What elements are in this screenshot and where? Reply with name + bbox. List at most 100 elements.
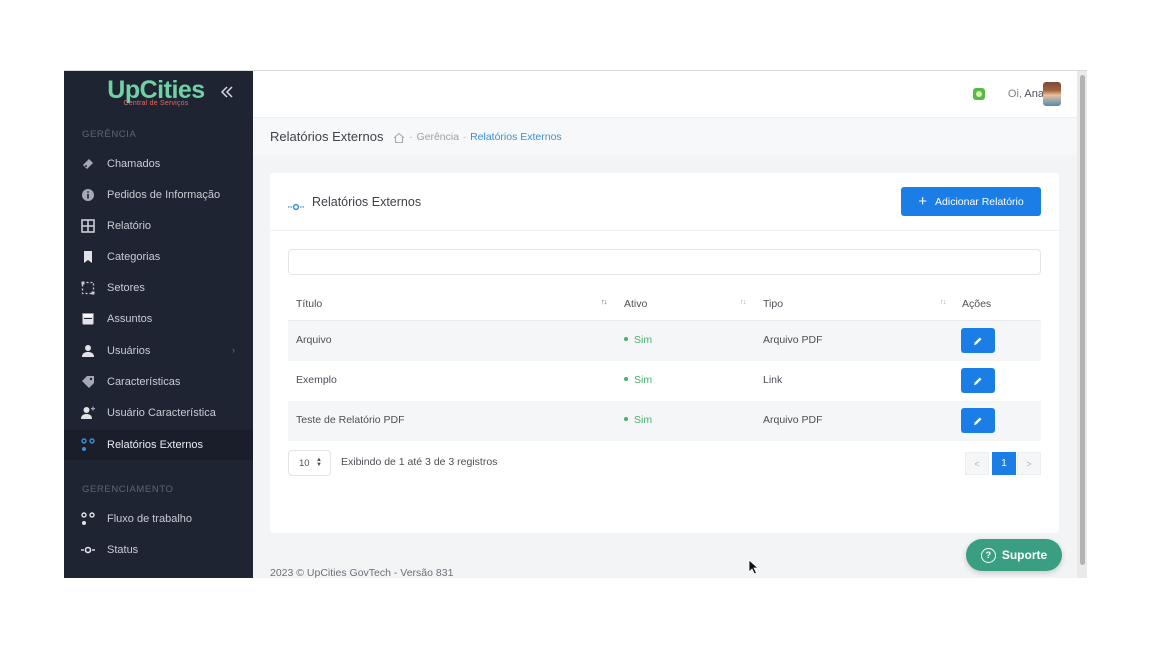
pagination-prev-button[interactable]: < <box>965 452 989 475</box>
logo[interactable]: UpCities Central de Serviços <box>106 77 206 107</box>
scrollbar-thumb[interactable] <box>1080 75 1085 565</box>
table-header: Título ↑↓ Ativo ↑↓ Tipo ↑↓ Ações <box>288 287 1041 321</box>
status-text: Sim <box>634 414 653 426</box>
card-header: Relatórios Externos + Adicionar Relatóri… <box>270 173 1059 231</box>
support-label: Suporte <box>1001 548 1048 562</box>
edit-button[interactable] <box>961 408 995 433</box>
sidebar-item-label: Características <box>107 376 181 388</box>
sidebar-item-label: Assuntos <box>107 313 153 325</box>
sidebar-item-caracteristicas[interactable]: Características <box>64 367 253 397</box>
bookmark-icon <box>81 250 95 264</box>
pencil-icon <box>974 377 982 385</box>
sidebar-item-assuntos[interactable]: Assuntos <box>64 304 253 334</box>
records-info: Exibindo de 1 até 3 de 3 registros <box>341 456 498 468</box>
search-input[interactable] <box>288 249 1041 275</box>
column-header-tipo[interactable]: Tipo <box>763 298 783 310</box>
chevron-right-icon: › <box>232 345 235 355</box>
breadcrumb-item-gerencia[interactable]: Gerência <box>416 131 459 143</box>
sidebar-item-relatorios-externos[interactable]: Relatórios Externos <box>64 430 253 460</box>
sidebar-item-label: Usuário Característica <box>107 407 216 419</box>
sidebar-item-label: Usuários <box>107 345 151 357</box>
cell-titulo: Exemplo <box>296 374 337 386</box>
pencil-icon <box>974 337 982 345</box>
sidebar-item-usuario-caracteristica[interactable]: Usuário Característica <box>64 398 253 428</box>
column-header-titulo[interactable]: Título <box>296 298 322 310</box>
sidebar-item-usuarios[interactable]: Usuários › <box>64 336 253 366</box>
add-report-button[interactable]: + Adicionar Relatório <box>901 187 1041 216</box>
status-dot-icon <box>624 417 628 422</box>
workflow-icon <box>81 512 95 526</box>
user-greeting[interactable]: Oi, Ana <box>1008 88 1044 100</box>
column-header-acoes: Ações <box>962 298 992 310</box>
status-text: Sim <box>634 374 653 386</box>
cell-tipo: Link <box>763 374 783 386</box>
info-icon <box>81 188 95 202</box>
status-dot-icon <box>624 337 628 342</box>
sidebar-item-relatorio[interactable]: Relatório <box>64 211 253 241</box>
page-footer: 2023 © UpCities GovTech - Versão 831 <box>270 567 454 578</box>
breadcrumb-item-current: Relatórios Externos <box>470 130 562 143</box>
page-size-select[interactable]: 10 ▲ ▼ <box>288 450 331 476</box>
sidebar-item-pedidos-de-informacao[interactable]: Pedidos de Informação <box>64 180 253 210</box>
reports-table: Título ↑↓ Ativo ↑↓ Tipo ↑↓ Ações Arquivo… <box>288 287 1041 441</box>
page-size-value: 10 <box>299 457 310 469</box>
sort-icon[interactable]: ↑↓ <box>601 297 607 306</box>
home-icon[interactable] <box>393 131 405 143</box>
online-status-icon <box>973 88 985 100</box>
question-icon: ? <box>980 547 996 563</box>
status-text: Sim <box>634 334 653 346</box>
breadcrumb-separator: - <box>409 131 413 142</box>
sidebar-item-fluxo-de-trabalho[interactable]: Fluxo de trabalho <box>64 504 253 534</box>
avatar[interactable] <box>1043 82 1061 106</box>
sidebar-item-categorias[interactable]: Categorias <box>64 242 253 272</box>
status-badge: Sim <box>624 374 652 386</box>
user-name: Ana <box>1024 88 1044 100</box>
sidebar-item-label: Status <box>107 544 139 556</box>
select-arrows-icon: ▲ ▼ <box>316 457 322 468</box>
external-report-icon <box>81 438 95 452</box>
app-window: UpCities Central de Serviços GERÊNCIA Ch… <box>64 70 1087 578</box>
user-icon <box>81 344 95 358</box>
edit-button[interactable] <box>961 328 995 353</box>
pencil-icon <box>974 417 982 425</box>
breadcrumb-separator: - <box>463 131 467 142</box>
cell-tipo: Arquivo PDF <box>763 334 823 346</box>
sidebar-item-label: Fluxo de trabalho <box>107 513 192 525</box>
sidebar-item-label: Setores <box>107 282 145 294</box>
cell-titulo: Teste de Relatório PDF <box>296 414 405 426</box>
mouse-cursor-icon <box>748 559 760 575</box>
cell-tipo: Arquivo PDF <box>763 414 823 426</box>
sidebar: UpCities Central de Serviços GERÊNCIA Ch… <box>64 71 253 578</box>
sidebar-item-label: Categorias <box>107 251 161 263</box>
ticket-icon <box>81 157 95 171</box>
reports-card: Relatórios Externos + Adicionar Relatóri… <box>270 173 1059 533</box>
sort-icon[interactable]: ↑↓ <box>940 297 946 306</box>
sidebar-item-label: Relatórios Externos <box>107 439 203 451</box>
sidebar-item-status[interactable]: Status <box>64 535 253 565</box>
pagination-next-button[interactable]: > <box>1017 452 1041 475</box>
sectors-icon <box>81 281 95 295</box>
table-footer: 10 ▲ ▼ Exibindo de 1 até 3 de 3 registros… <box>288 450 1041 476</box>
sidebar-item-label: Pedidos de Informação <box>107 189 221 201</box>
table-row: Arquivo Sim Arquivo PDF <box>288 321 1041 361</box>
status-badge: Sim <box>624 414 652 426</box>
support-button[interactable]: ? Suporte <box>966 539 1062 571</box>
sidebar-item-label: Relatório <box>107 220 152 232</box>
tag-icon <box>81 375 95 389</box>
topbar: Oi, Ana <box>253 71 1077 117</box>
table-row: Teste de Relatório PDF Sim Arquivo PDF <box>288 401 1041 441</box>
pagination-page-button[interactable]: 1 <box>992 452 1016 475</box>
add-report-label: Adicionar Relatório <box>935 195 1024 208</box>
edit-button[interactable] <box>961 368 995 393</box>
sidebar-item-chamados[interactable]: Chamados <box>64 149 253 179</box>
scrollbar[interactable] <box>1077 71 1087 578</box>
collapse-sidebar-icon[interactable] <box>220 85 236 101</box>
sidebar-item-setores[interactable]: Setores <box>64 273 253 303</box>
card-title: Relatórios Externos <box>312 195 422 209</box>
sidebar-item-label: Chamados <box>107 158 161 170</box>
section-title-gerenciamento: GERENCIAMENTO <box>82 484 174 495</box>
column-header-ativo[interactable]: Ativo <box>624 298 647 310</box>
status-dot-icon <box>624 377 628 382</box>
section-title-gerencia: GERÊNCIA <box>82 129 137 140</box>
sort-icon[interactable]: ↑↓ <box>740 297 746 306</box>
